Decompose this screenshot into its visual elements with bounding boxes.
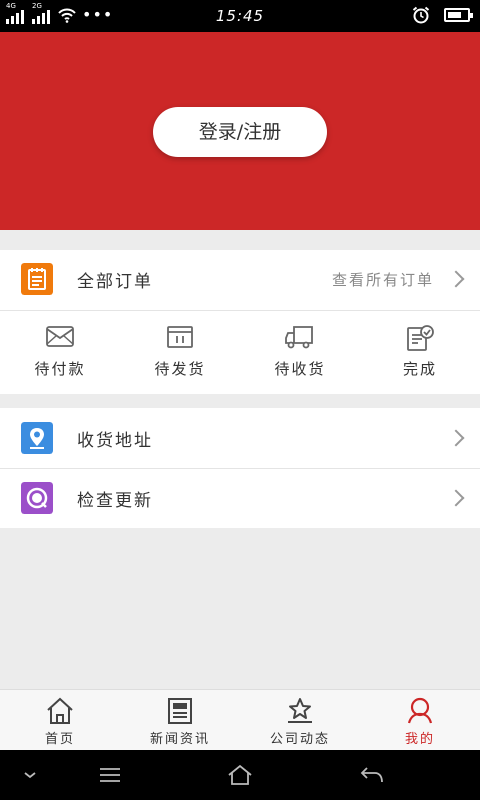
all-orders-row[interactable]: 全部订单 查看所有订单 xyxy=(0,250,480,308)
order-list-icon xyxy=(21,263,53,295)
package-icon xyxy=(167,326,193,348)
chevron-down-icon xyxy=(24,772,36,779)
collapse-nav-button[interactable] xyxy=(0,750,60,800)
view-all-orders-link[interactable]: 查看所有订单 xyxy=(332,269,434,290)
location-icon xyxy=(21,422,53,454)
shipping-address-row[interactable]: 收货地址 xyxy=(0,409,480,467)
tab-label: 新闻资讯 xyxy=(149,732,210,747)
checklist-icon xyxy=(407,325,434,351)
envelope-icon xyxy=(46,326,74,347)
tab-news[interactable]: 新闻资讯 xyxy=(120,690,240,750)
tab-company-news[interactable]: 公司动态 xyxy=(240,690,360,750)
bottom-tab-bar: 首页 新闻资讯 公司动态 我的 xyxy=(0,689,480,750)
menu-card: 收货地址 检查更新 xyxy=(0,408,480,528)
tab-home[interactable]: 首页 xyxy=(0,690,120,750)
star-podium-icon xyxy=(288,698,312,723)
home-nav-button[interactable] xyxy=(210,750,270,800)
system-navigation-bar xyxy=(0,750,480,800)
tab-mine[interactable]: 我的 xyxy=(360,690,480,750)
order-status-pending-shipment[interactable]: 待发货 xyxy=(120,310,240,394)
profile-header: 登录/注册 xyxy=(0,32,480,230)
status-bar-right xyxy=(412,6,473,24)
order-status-pending-payment[interactable]: 待付款 xyxy=(0,310,120,394)
order-status-label: 待付款 xyxy=(34,360,86,378)
order-status-label: 待发货 xyxy=(154,360,206,378)
tab-label: 公司动态 xyxy=(269,732,330,747)
menu-nav-button[interactable] xyxy=(80,750,140,800)
update-icon xyxy=(21,482,53,514)
alarm-icon xyxy=(412,6,430,24)
menu-item-label: 收货地址 xyxy=(77,430,153,451)
battery-icon xyxy=(444,8,473,22)
menu-icon xyxy=(100,768,120,782)
menu-item-label: 检查更新 xyxy=(77,490,153,511)
tab-label: 首页 xyxy=(44,732,75,747)
status-bar: 4G 2G ••• 15:45 xyxy=(0,0,480,32)
order-status-grid: 待付款 待发货 待收货 完成 xyxy=(0,310,480,394)
all-orders-label: 全部订单 xyxy=(77,271,153,292)
newspaper-icon xyxy=(168,698,192,724)
orders-card: 全部订单 查看所有订单 待付款 待发货 待收货 完成 xyxy=(0,250,480,394)
check-update-row[interactable]: 检查更新 xyxy=(0,469,480,527)
home-icon xyxy=(47,697,73,724)
login-register-button[interactable]: 登录/注册 xyxy=(153,107,327,157)
truck-icon xyxy=(285,326,313,349)
order-status-completed[interactable]: 完成 xyxy=(360,310,480,394)
chevron-right-icon xyxy=(447,270,465,288)
chevron-right-icon xyxy=(447,489,465,507)
order-status-label: 待收货 xyxy=(274,360,326,378)
user-icon xyxy=(407,697,433,724)
back-nav-button[interactable] xyxy=(342,750,402,800)
back-icon xyxy=(360,767,383,783)
tab-label: 我的 xyxy=(404,732,435,747)
home-icon xyxy=(228,764,252,785)
status-time: 15:45 xyxy=(215,7,265,25)
order-status-pending-receipt[interactable]: 待收货 xyxy=(240,310,360,394)
chevron-right-icon xyxy=(447,429,465,447)
order-status-label: 完成 xyxy=(402,360,437,378)
